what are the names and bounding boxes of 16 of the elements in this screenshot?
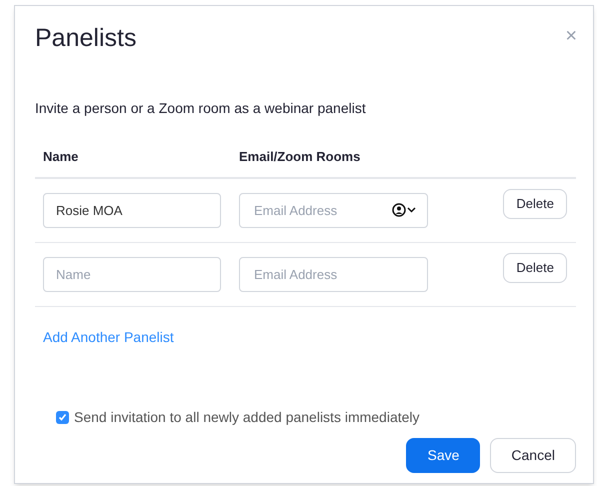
column-header: Email/Zoom Rooms xyxy=(239,148,360,164)
checkmark-icon xyxy=(58,413,67,422)
email-field[interactable]: Email Address xyxy=(239,256,428,292)
checkbox[interactable] xyxy=(56,411,69,424)
name-field[interactable]: Rosie MOA xyxy=(43,192,221,228)
checkbox-label: Send invitation to all newly added panelists immediately xyxy=(74,408,420,427)
name-field[interactable]: Name xyxy=(43,256,221,292)
column-header: Name xyxy=(43,148,78,164)
dialog-title: Panelists xyxy=(35,23,136,54)
contact-picker-icon[interactable] xyxy=(392,202,418,216)
delete-button[interactable]: Delete xyxy=(503,252,567,282)
save-button[interactable]: Save xyxy=(406,438,480,473)
email-field[interactable]: Email Address xyxy=(239,192,428,228)
intro-text: Invite a person or a Zoom room as a webinar panelist xyxy=(35,98,367,118)
cancel-button[interactable]: Cancel xyxy=(490,438,576,473)
delete-button[interactable]: Delete xyxy=(503,188,567,218)
